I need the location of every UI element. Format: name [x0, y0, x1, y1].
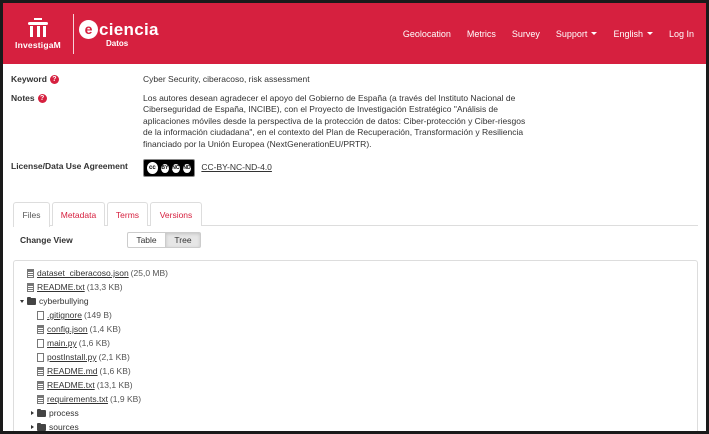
- file-blank-icon: [37, 338, 44, 348]
- eciencia-e-icon: e: [79, 20, 98, 39]
- file-size: (1,6 KB): [78, 338, 110, 348]
- cc-nd-icon: ND: [181, 162, 192, 174]
- eciencia-word: ciencia: [99, 19, 159, 39]
- notes-line: aplicaciones móviles desde la perspectiv…: [143, 115, 526, 126]
- tree-file[interactable]: config.json (1,4 KB): [37, 323, 121, 335]
- tab-files[interactable]: Files: [13, 202, 50, 227]
- file-icon: [37, 324, 44, 334]
- change-view-toggle: Table Tree: [127, 232, 201, 248]
- file-name-link[interactable]: README.txt: [47, 380, 95, 390]
- tab-versions[interactable]: Versions: [150, 202, 202, 226]
- tree-file[interactable]: README.txt (13,3 KB): [27, 281, 123, 293]
- tree-file[interactable]: README.md (1,6 KB): [37, 365, 131, 377]
- file-name-link[interactable]: README.md: [47, 366, 98, 376]
- investigam-mark-icon: [27, 17, 49, 38]
- file-size: (13,1 KB): [96, 380, 133, 390]
- tree-folder[interactable]: cyberbullying: [19, 295, 89, 307]
- investigam-name: InvestigaM: [15, 39, 61, 50]
- tree-file[interactable]: .gitignore (149 B): [37, 309, 112, 321]
- file-name-link[interactable]: .gitignore: [47, 310, 82, 320]
- tree-file[interactable]: dataset_ciberacoso.json (25,0 MB): [27, 267, 168, 279]
- file-name-link[interactable]: config.json: [47, 324, 88, 334]
- tree-file[interactable]: requirements.txt (1,9 KB): [37, 393, 141, 405]
- file-name-link[interactable]: requirements.txt: [47, 394, 108, 404]
- cc-license-badge-icon: cc BY NC ND: [143, 159, 195, 177]
- file-name-link[interactable]: main.py: [47, 338, 77, 348]
- file-icon: [37, 380, 44, 390]
- view-tree-button[interactable]: Tree: [166, 232, 201, 248]
- nav-menu: Geolocation Metrics Survey Support Engli…: [395, 3, 706, 64]
- notes-label: Notes ?: [11, 93, 47, 103]
- tree-file[interactable]: postInstall.py (2,1 KB): [37, 351, 130, 363]
- file-icon: [37, 366, 44, 376]
- help-icon[interactable]: ?: [37, 93, 47, 103]
- brand-divider: [73, 13, 74, 54]
- folder-name: process: [49, 408, 79, 418]
- tree-file[interactable]: main.py (1,6 KB): [37, 337, 110, 349]
- tree-folder[interactable]: sources: [29, 421, 79, 431]
- file-size: (1,6 KB): [99, 366, 131, 376]
- file-name-link[interactable]: dataset_ciberacoso.json: [37, 268, 129, 278]
- eciencia-sub: Datos: [106, 38, 129, 48]
- expand-toggle-icon[interactable]: [29, 425, 35, 429]
- expand-toggle-icon[interactable]: [29, 411, 35, 415]
- tree-folder[interactable]: process: [29, 407, 79, 419]
- tab-terms[interactable]: Terms: [107, 202, 148, 226]
- eciencia-logo[interactable]: e ciencia Datos: [79, 20, 159, 48]
- keyword-value: Cyber Security, ciberacoso, risk assessm…: [143, 74, 310, 84]
- keyword-label: Keyword ?: [11, 74, 59, 84]
- tree-file[interactable]: README.txt (13,1 KB): [37, 379, 133, 391]
- folder-open-icon: [27, 296, 36, 305]
- license-link[interactable]: CC-BY-NC-ND-4.0: [201, 162, 272, 172]
- nav-language-dropdown[interactable]: English: [605, 3, 661, 64]
- expand-toggle-icon[interactable]: [19, 299, 25, 303]
- change-view-label: Change View: [20, 235, 73, 245]
- nav-survey[interactable]: Survey: [504, 3, 548, 64]
- nav-metrics[interactable]: Metrics: [459, 3, 504, 64]
- file-tree: dataset_ciberacoso.json (25,0 MB) README…: [13, 260, 698, 431]
- folder-name: sources: [49, 422, 79, 431]
- file-name-link[interactable]: postInstall.py: [47, 352, 97, 362]
- folder-closed-icon: [37, 422, 46, 431]
- file-size: (13,3 KB): [86, 282, 123, 292]
- file-icon: [27, 282, 34, 292]
- file-icon: [27, 268, 34, 278]
- folder-name: cyberbullying: [39, 296, 89, 306]
- file-size: (149 B): [83, 310, 112, 320]
- nav-geolocation[interactable]: Geolocation: [395, 3, 459, 64]
- file-size: (2,1 KB): [98, 352, 130, 362]
- file-size: (1,4 KB): [89, 324, 121, 334]
- help-icon[interactable]: ?: [49, 74, 59, 84]
- file-blank-icon: [37, 310, 44, 320]
- license-label: License/Data Use Agreement: [11, 161, 128, 171]
- nav-support-dropdown[interactable]: Support: [548, 3, 606, 64]
- tab-metadata[interactable]: Metadata: [52, 202, 105, 226]
- notes-line: financiado por la Unión Europea (NextGen…: [143, 138, 372, 149]
- file-blank-icon: [37, 352, 44, 362]
- dataset-tabs: Files Metadata Terms Versions: [13, 202, 698, 227]
- notes-value: Los autores desean agradecer el apoyo de…: [143, 93, 525, 150]
- navbar: InvestigaM e ciencia Datos Geolocation M…: [3, 3, 706, 64]
- license-value: cc BY NC ND CC-BY-NC-ND-4.0: [143, 159, 272, 177]
- file-name-link[interactable]: README.txt: [37, 282, 85, 292]
- caret-down-icon: [591, 32, 598, 35]
- file-size: (25,0 MB): [130, 268, 168, 278]
- notes-line: Ciberseguridad de España, INCIBE), con e…: [143, 104, 499, 115]
- cc-nc-icon: NC: [170, 162, 181, 174]
- app-frame: InvestigaM e ciencia Datos Geolocation M…: [3, 3, 706, 431]
- notes-line: Los autores desean agradecer el apoyo de…: [143, 93, 516, 103]
- folder-closed-icon: [37, 408, 46, 417]
- caret-down-icon: [646, 32, 653, 35]
- cc-logo-icon: cc: [146, 161, 159, 175]
- file-size: (1,9 KB): [109, 394, 142, 404]
- view-table-button[interactable]: Table: [127, 232, 166, 248]
- file-icon: [37, 394, 44, 404]
- cc-by-icon: BY: [159, 162, 170, 174]
- investigam-logo[interactable]: InvestigaM: [3, 3, 73, 64]
- notes-line: de la información ciudadana", en el cont…: [143, 127, 524, 138]
- nav-login[interactable]: Log In: [661, 3, 706, 64]
